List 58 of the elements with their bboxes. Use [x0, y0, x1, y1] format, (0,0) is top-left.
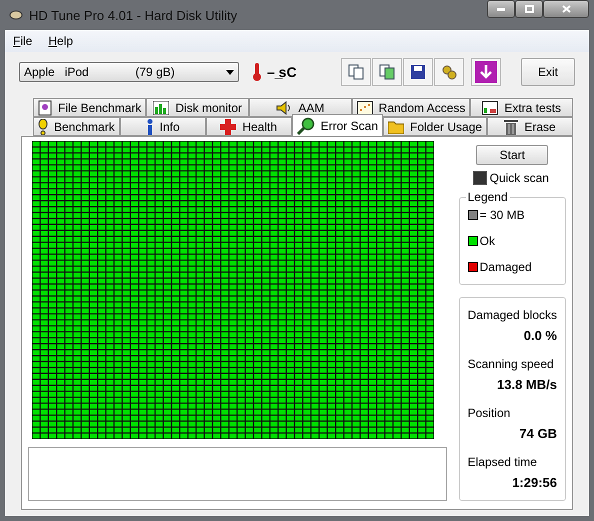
- dropdown-arrow-icon: [226, 70, 234, 74]
- tab[interactable]: Extra tests: [470, 98, 574, 117]
- stat-label: Position: [468, 406, 512, 420]
- legend-label: Ok: [480, 234, 495, 248]
- document-icon: [38, 100, 52, 116]
- cross-icon: [220, 118, 236, 134]
- menu-item[interactable]: File: [13, 34, 32, 48]
- tab[interactable]: Info: [120, 117, 206, 136]
- stat-value: 74 GB: [518, 426, 557, 441]
- exit-button[interactable]: Exit: [521, 58, 575, 86]
- stat-value: 1:29:56: [511, 475, 557, 490]
- tab[interactable]: Benchmark: [33, 117, 120, 136]
- temperature-reading: – ̲sC: [267, 64, 297, 80]
- search-icon: [296, 116, 315, 134]
- close-icon: [562, 5, 570, 13]
- drive-dropdown[interactable]: Apple iPod (79 gB): [19, 62, 239, 82]
- tab[interactable]: Random Access: [352, 98, 470, 117]
- menu-item[interactable]: Help: [48, 34, 74, 48]
- options-button[interactable]: [434, 58, 464, 86]
- tab[interactable]: File Benchmark: [33, 98, 146, 117]
- minimize-icon: [497, 8, 505, 10]
- tab[interactable]: AAM: [249, 98, 352, 117]
- minimize-button[interactable]: [487, 0, 515, 18]
- tab[interactable]: Error Scan: [292, 114, 383, 136]
- copy-chart-button[interactable]: [372, 58, 402, 86]
- window-title: HD Tune Pro 4.01 - Hard Disk Utility: [29, 8, 238, 22]
- copy-chart-icon: [379, 64, 395, 80]
- legend-label: Damaged: [480, 260, 532, 274]
- info-icon: [146, 118, 154, 134]
- copy-button[interactable]: [341, 58, 371, 86]
- quick-scan-checkbox[interactable]: Quick scan: [472, 171, 549, 185]
- stat-value: 0.0 %: [522, 328, 557, 343]
- tab[interactable]: Disk monitor: [146, 98, 250, 117]
- start-button[interactable]: Start: [476, 145, 548, 165]
- grid-chart-icon: [482, 100, 498, 114]
- maximize-icon: [524, 5, 534, 13]
- close-button[interactable]: [543, 0, 589, 18]
- disk-icon: [9, 9, 23, 21]
- stat-label: Scanning speed: [468, 357, 555, 371]
- copy-icon: [348, 64, 364, 80]
- download-button[interactable]: [471, 58, 501, 86]
- folder-icon: [388, 120, 404, 134]
- speaker-icon: [276, 100, 292, 114]
- save-button[interactable]: [403, 58, 433, 86]
- thermometer-icon: [253, 63, 261, 81]
- tab[interactable]: Folder Usage: [383, 117, 488, 136]
- stat-value: 13.8 MB/s: [496, 377, 557, 392]
- maximize-button[interactable]: [515, 0, 543, 18]
- bar-chart-icon: [153, 100, 170, 114]
- tab[interactable]: Erase: [487, 117, 574, 136]
- trash-icon: [504, 118, 518, 134]
- exclamation-icon: [38, 118, 48, 134]
- stat-label: Damaged blocks: [468, 308, 557, 322]
- legend-title: Legend: [466, 190, 510, 204]
- legend-label: = 30 MB: [480, 208, 525, 222]
- stat-label: Elapsed time: [468, 455, 538, 469]
- tab[interactable]: Health: [206, 117, 292, 136]
- scatter-chart-icon: [356, 100, 373, 114]
